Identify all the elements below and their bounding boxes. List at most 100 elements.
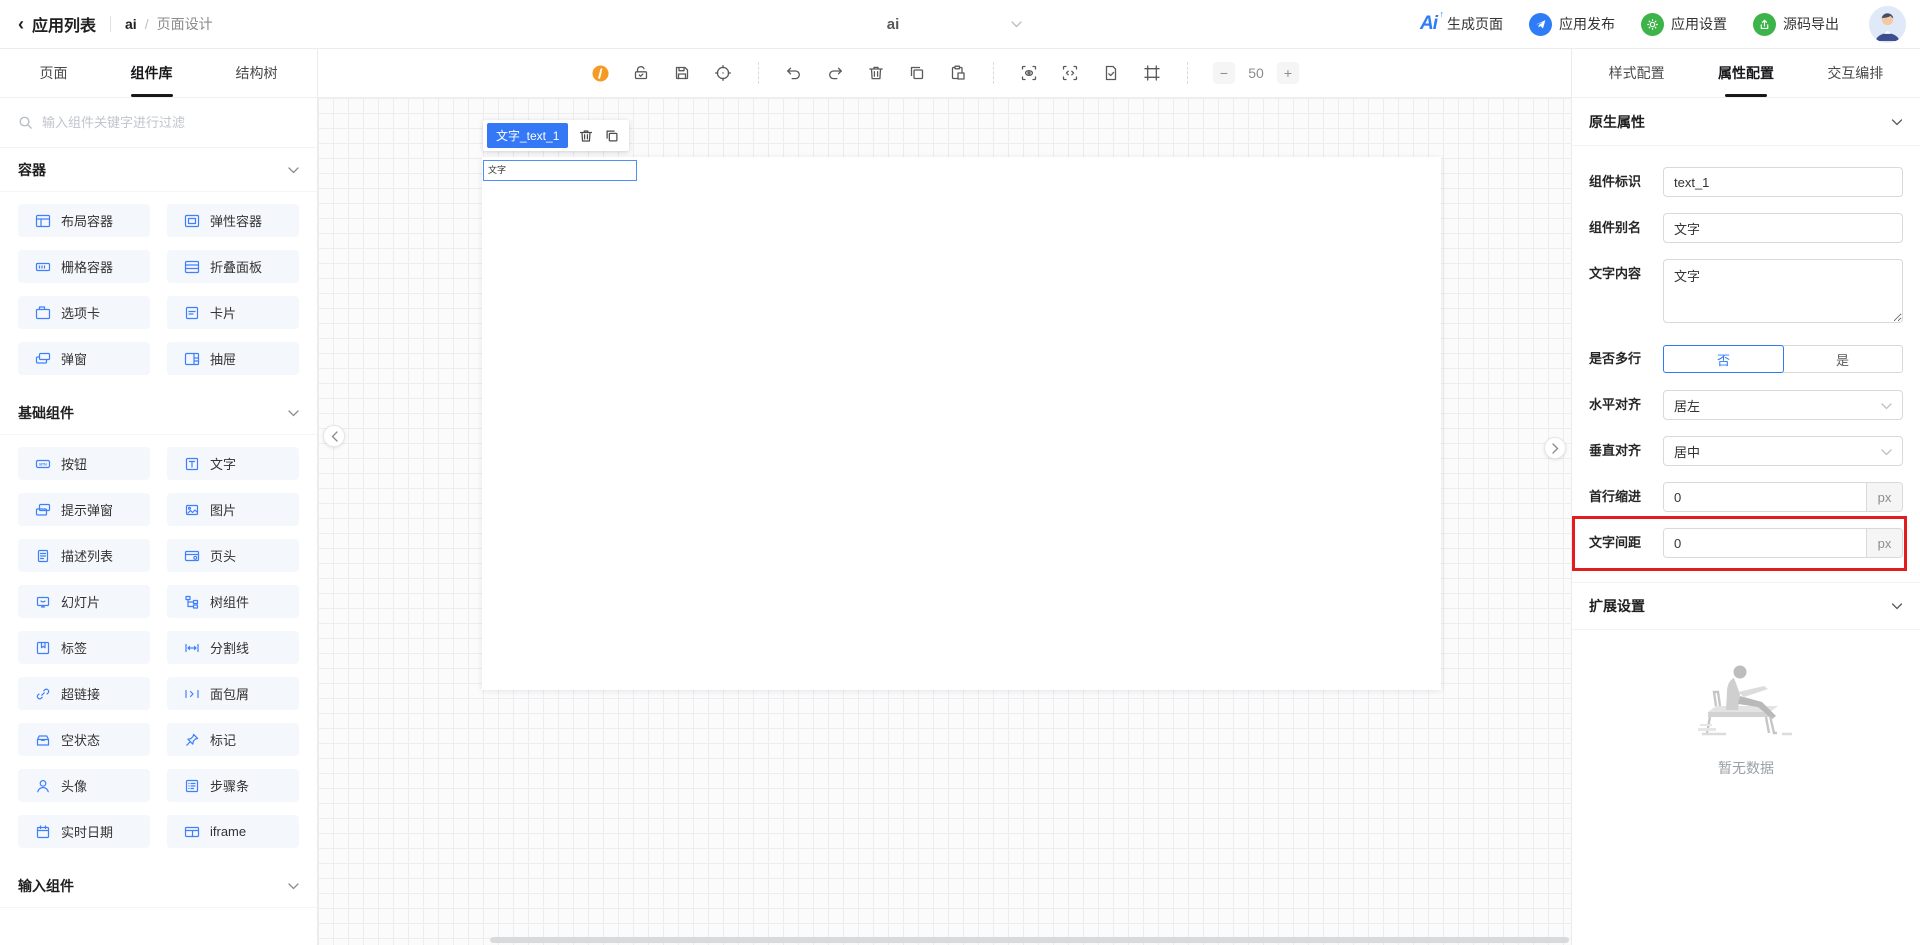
zoom-in-button[interactable]: + [1277, 62, 1299, 84]
component-item-drawer[interactable]: 抽屉 [167, 342, 299, 375]
tab-pages[interactable]: 页面 [36, 49, 72, 97]
back-to-app-list[interactable]: ‹ 应用列表 [18, 12, 96, 36]
component-item-label: 面包屑 [210, 684, 249, 703]
component-item-tip-modal[interactable]: 提示弹窗 [18, 493, 150, 526]
iframe-icon [184, 824, 200, 840]
component-item-page-header[interactable]: 页头 [167, 539, 299, 572]
selected-text-element[interactable]: 文字 [483, 160, 637, 181]
component-item-image[interactable]: 图片 [167, 493, 299, 526]
toolbar-divider [758, 62, 759, 84]
letter-spacing-input[interactable] [1664, 529, 1866, 557]
component-item-card[interactable]: 卡片 [167, 296, 299, 329]
multiline-option-yes[interactable]: 是 [1783, 346, 1902, 372]
app-settings-button[interactable]: 应用设置 [1641, 13, 1727, 36]
component-item-empty-state[interactable]: 空状态 [18, 723, 150, 756]
vertical-align-select[interactable]: 居中 [1663, 436, 1903, 466]
save-icon[interactable] [672, 63, 692, 83]
section-extension-settings[interactable]: 扩展设置 [1572, 582, 1920, 630]
publish-paper-plane-icon [1529, 13, 1552, 36]
section-containers[interactable]: 容器 [0, 148, 317, 192]
copy-component-icon[interactable] [603, 127, 620, 144]
component-item-label: 步骤条 [210, 776, 249, 795]
target-icon[interactable] [713, 63, 733, 83]
component-item-iframe[interactable]: iframe [167, 815, 299, 848]
canvas-grid-viewport[interactable]: 文字 文字_text_1 [318, 98, 1571, 945]
field-component-id: 组件标识 [1589, 167, 1903, 197]
component-item-steps[interactable]: 步骤条 [167, 769, 299, 802]
app-publish-label: 应用发布 [1559, 14, 1615, 34]
section-input-title: 输入组件 [18, 876, 74, 896]
section-basic-components[interactable]: 基础组件 [0, 391, 317, 435]
component-item-description-list[interactable]: 描述列表 [18, 539, 150, 572]
component-item-button[interactable]: BTN 按钮 [18, 447, 150, 480]
component-item-realtime-date[interactable]: 实时日期 [18, 815, 150, 848]
flex-container-icon [184, 213, 200, 229]
image-icon [184, 502, 200, 518]
ai-logo-icon: Ai↑ [1420, 13, 1440, 35]
component-item-layout-container[interactable]: 布局容器 [18, 204, 150, 237]
preview-eye-icon[interactable] [1019, 63, 1039, 83]
component-item-avatar[interactable]: 头像 [18, 769, 150, 802]
app-publish-button[interactable]: 应用发布 [1529, 13, 1615, 36]
doc-check-icon[interactable] [1101, 63, 1121, 83]
component-item-breadcrumb[interactable]: 面包屑 [167, 677, 299, 710]
page-select[interactable]: ai [756, 0, 1030, 48]
tab-style-config[interactable]: 样式配置 [1605, 49, 1669, 97]
undo-icon[interactable] [784, 63, 804, 83]
section-input-components[interactable]: 输入组件 [0, 864, 317, 908]
text-content-textarea[interactable]: 文字 [1663, 259, 1903, 323]
tab-structure-tree[interactable]: 结构树 [232, 49, 282, 97]
collapse-panel-handle[interactable] [1544, 437, 1566, 459]
component-item-label: 折叠面板 [210, 257, 262, 276]
first-line-indent-input[interactable] [1664, 483, 1866, 511]
component-item-carousel[interactable]: 幻灯片 [18, 585, 150, 618]
empty-state-icon [35, 732, 51, 748]
component-alias-label: 组件别名 [1589, 213, 1663, 243]
tab-property-config[interactable]: 属性配置 [1714, 49, 1778, 97]
component-item-label: 按钮 [61, 454, 87, 473]
component-item-marker[interactable]: 标记 [167, 723, 299, 756]
code-preview-icon[interactable] [1060, 63, 1080, 83]
user-avatar[interactable] [1869, 6, 1906, 43]
component-item-tabs[interactable]: 选项卡 [18, 296, 150, 329]
tab-component-library[interactable]: 组件库 [127, 49, 177, 97]
delete-component-icon[interactable] [577, 127, 594, 144]
collapse-sidebar-handle[interactable] [323, 425, 345, 447]
component-item-label: 弹窗 [61, 349, 87, 368]
zoom-out-button[interactable]: − [1213, 62, 1235, 84]
component-item-label: 标记 [210, 730, 236, 749]
frame-icon[interactable] [1142, 63, 1162, 83]
text-icon [184, 456, 200, 472]
component-item-grid-container[interactable]: 栅格容器 [18, 250, 150, 283]
tab-interaction-config[interactable]: 交互编排 [1823, 49, 1887, 97]
horizontal-scrollbar-thumb[interactable] [490, 937, 1569, 943]
component-item-flex-container[interactable]: 弹性容器 [167, 204, 299, 237]
source-export-button[interactable]: 源码导出 [1753, 13, 1839, 36]
component-item-tree[interactable]: 树组件 [167, 585, 299, 618]
selected-component-chip[interactable]: 文字_text_1 [487, 123, 568, 148]
redo-icon[interactable] [825, 63, 845, 83]
component-item-modal[interactable]: 弹窗 [18, 342, 150, 375]
multiline-option-no[interactable]: 否 [1663, 345, 1784, 373]
component-item-tag[interactable]: 标签 [18, 631, 150, 664]
info-icon[interactable] [590, 63, 610, 83]
unlock-icon[interactable] [631, 63, 651, 83]
component-alias-input[interactable] [1663, 213, 1903, 243]
delete-icon[interactable] [866, 63, 886, 83]
component-item-divider[interactable]: 分割线 [167, 631, 299, 664]
section-native-properties[interactable]: 原生属性 [1572, 98, 1920, 146]
component-id-input[interactable] [1663, 167, 1903, 197]
paste-icon[interactable] [948, 63, 968, 83]
field-first-line-indent: 首行缩进 px [1589, 482, 1903, 512]
component-item-collapse-panel[interactable]: 折叠面板 [167, 250, 299, 283]
search-input[interactable] [42, 115, 299, 130]
component-item-hyperlink[interactable]: 超链接 [18, 677, 150, 710]
component-library-sidebar: 页面 组件库 结构树 容器 布局容器 弹性容器 [0, 49, 318, 945]
design-page[interactable]: 文字 [482, 157, 1441, 690]
horizontal-align-select[interactable]: 居左 [1663, 390, 1903, 420]
component-item-text[interactable]: 文字 [167, 447, 299, 480]
generate-page-button[interactable]: Ai↑ 生成页面 [1420, 13, 1503, 35]
copy-icon[interactable] [907, 63, 927, 83]
breadcrumb-app[interactable]: ai [125, 16, 137, 32]
generate-page-label: 生成页面 [1447, 14, 1503, 34]
